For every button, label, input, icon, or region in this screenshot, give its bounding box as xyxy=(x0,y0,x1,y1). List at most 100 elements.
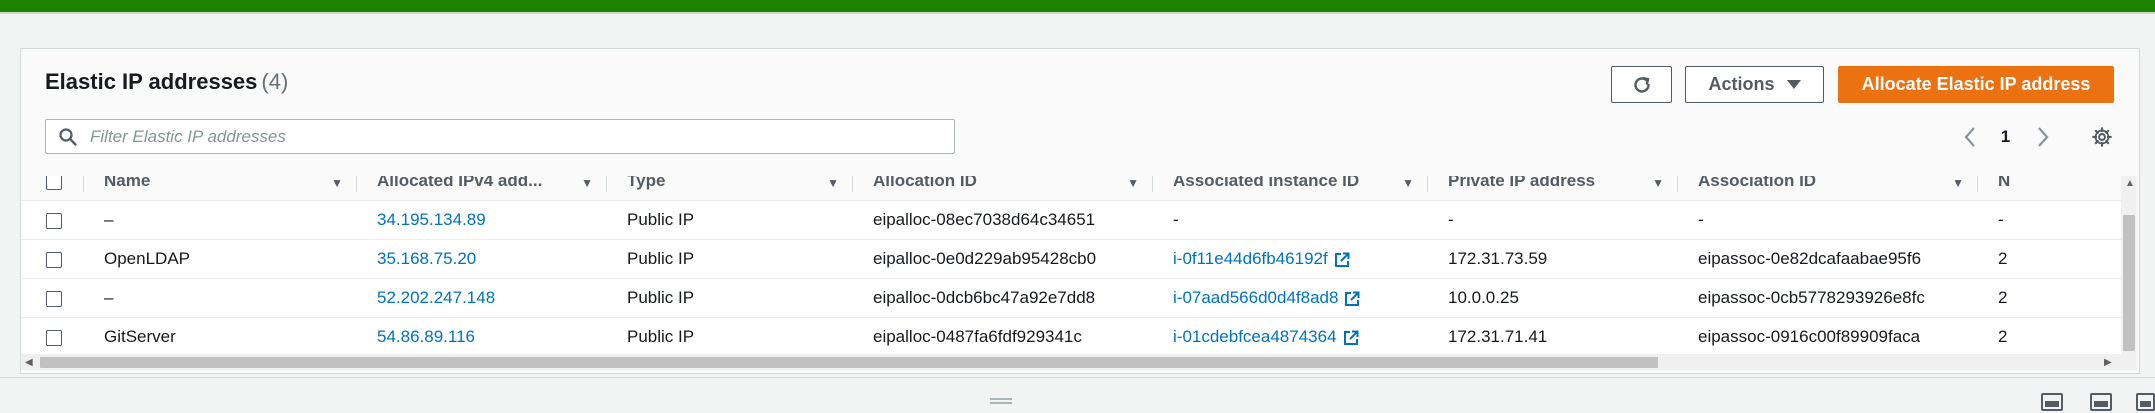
cell-type: Public IP xyxy=(607,317,853,354)
refresh-button[interactable] xyxy=(1611,66,1672,103)
sort-caret-icon: ▼ xyxy=(581,176,593,190)
cell-name: – xyxy=(84,200,357,240)
cell-name: – xyxy=(84,278,357,318)
gear-icon xyxy=(2092,127,2112,147)
row-checkbox[interactable] xyxy=(46,212,62,229)
vertical-scrollbar-thumb[interactable] xyxy=(2123,215,2135,351)
previous-page-button[interactable] xyxy=(1955,124,1985,150)
cell-private-ip: 172.31.73.59 xyxy=(1428,239,1678,279)
column-header-next[interactable]: N xyxy=(1978,176,2121,201)
table-settings-button[interactable] xyxy=(2086,124,2118,150)
page-title-text: Elastic IP addresses xyxy=(45,69,258,94)
external-link-icon[interactable] xyxy=(1334,252,1350,268)
chevron-left-icon xyxy=(1964,127,1975,147)
filter-search-box[interactable] xyxy=(45,119,955,154)
external-link-icon[interactable] xyxy=(1343,330,1359,346)
caret-down-icon xyxy=(1786,80,1801,89)
horizontal-scrollbar-thumb[interactable] xyxy=(40,357,1658,368)
chevron-right-icon xyxy=(2038,127,2049,147)
cell-allocated-ip-link[interactable]: 34.195.134.89 xyxy=(357,200,607,240)
column-header-associated-instance-id[interactable]: Associated instance ID ▼ xyxy=(1153,176,1428,201)
row-checkbox[interactable] xyxy=(46,329,62,346)
top-status-bar xyxy=(0,0,2155,12)
row-select-cell xyxy=(21,239,84,279)
scroll-left-arrow-icon[interactable]: ◀ xyxy=(25,357,33,368)
cell-allocation-id: eipalloc-0e0d229ab95428cb0 xyxy=(853,239,1153,279)
row-select-cell xyxy=(21,278,84,318)
elastic-ip-table: Name ▼ Allocated IPv4 add... ▼ Type ▼ Alloc… xyxy=(21,176,2121,354)
page-number[interactable]: 1 xyxy=(1993,124,2018,150)
allocate-elastic-ip-button[interactable]: Allocate Elastic IP address xyxy=(1838,66,2114,103)
table-row[interactable]: – 34.195.134.89 Public IP eipalloc-08ec7… xyxy=(21,200,2121,240)
external-link-icon[interactable] xyxy=(1344,291,1360,307)
search-icon xyxy=(59,127,77,146)
cell-allocation-id: eipalloc-0487fa6fdf929341c xyxy=(853,317,1153,354)
cell-name: GitServer xyxy=(84,317,357,354)
resize-handle-icon[interactable] xyxy=(990,398,1012,404)
sort-caret-icon: ▼ xyxy=(1402,176,1414,190)
split-full-icon[interactable] xyxy=(2136,393,2155,411)
sort-caret-icon: ▼ xyxy=(827,176,839,190)
split-bottom-icon[interactable] xyxy=(2041,393,2063,411)
column-header-allocated-ipv4[interactable]: Allocated IPv4 add... ▼ xyxy=(357,176,607,201)
table-row[interactable]: GitServer 54.86.89.116 Public IP eipallo… xyxy=(21,317,2121,354)
row-checkbox[interactable] xyxy=(46,290,62,307)
split-side-icon[interactable] xyxy=(2090,393,2112,411)
cell-private-ip: 10.0.0.25 xyxy=(1428,278,1678,318)
scroll-up-arrow-icon[interactable]: ▲ xyxy=(2125,178,2135,189)
table-header-row: Name ▼ Allocated IPv4 add... ▼ Type ▼ Alloc… xyxy=(21,176,2121,201)
cell-association-id: eipassoc-0cb5778293926e8fc xyxy=(1678,278,1978,318)
row-select-cell xyxy=(21,317,84,354)
cell-type: Public IP xyxy=(607,278,853,318)
table-row[interactable]: OpenLDAP 35.168.75.20 Public IP eipalloc… xyxy=(21,239,2121,279)
cell-association-id: - xyxy=(1678,200,1978,240)
scroll-right-arrow-icon[interactable]: ▶ xyxy=(2104,357,2112,368)
next-page-button[interactable] xyxy=(2028,124,2058,150)
cell-instance-id: - xyxy=(1153,200,1428,240)
sort-caret-icon: ▼ xyxy=(1952,176,1964,190)
elastic-ip-table-viewport: Name ▼ Allocated IPv4 add... ▼ Type ▼ Alloc… xyxy=(21,176,2121,354)
page-title: Elastic IP addresses (4) xyxy=(45,69,288,95)
cell-association-id: eipassoc-0e82dcafaabae95f6 xyxy=(1678,239,1978,279)
column-header-association-id[interactable]: Association ID ▼ xyxy=(1678,176,1978,201)
actions-label: Actions xyxy=(1708,74,1775,94)
select-all-cell xyxy=(21,176,84,201)
cell-allocation-id: eipalloc-0dcb6bc47a92e7dd8 xyxy=(853,278,1153,318)
cell-type: Public IP xyxy=(607,200,853,240)
cell-allocated-ip-link[interactable]: 35.168.75.20 xyxy=(357,239,607,279)
row-select-cell xyxy=(21,200,84,240)
instance-id-link[interactable]: i-0f11e44d6fb46192f xyxy=(1173,249,1328,268)
cell-instance-id: i-07aad566d0d4f8ad8 xyxy=(1153,278,1428,318)
sort-caret-icon: ▼ xyxy=(331,176,343,190)
cell-private-ip: 172.31.71.41 xyxy=(1428,317,1678,354)
select-all-checkbox[interactable] xyxy=(46,176,62,190)
table-row[interactable]: – 52.202.247.148 Public IP eipalloc-0dcb… xyxy=(21,278,2121,318)
column-header-type[interactable]: Type ▼ xyxy=(607,176,853,201)
cell-association-id: eipassoc-0916c00f89909faca xyxy=(1678,317,1978,354)
cell-instance-id: i-01cdebfcea4874364 xyxy=(1153,317,1428,354)
cell-type: Public IP xyxy=(607,239,853,279)
cell-next-column: 2 xyxy=(1978,317,2121,354)
cell-allocated-ip-link[interactable]: 52.202.247.148 xyxy=(357,278,607,318)
allocate-label: Allocate Elastic IP address xyxy=(1861,74,2091,94)
row-checkbox[interactable] xyxy=(46,251,62,268)
instance-id-link[interactable]: i-01cdebfcea4874364 xyxy=(1173,327,1337,346)
cell-next-column: 2 xyxy=(1978,239,2121,279)
split-panel-footer xyxy=(0,378,2155,413)
cell-allocated-ip-link[interactable]: 54.86.89.116 xyxy=(357,317,607,354)
cell-next-column: 2 xyxy=(1978,278,2121,318)
top-status-bar-border xyxy=(0,12,2155,14)
cell-name: OpenLDAP xyxy=(84,239,357,279)
cell-instance-id: i-0f11e44d6fb46192f xyxy=(1153,239,1428,279)
cell-allocation-id: eipalloc-08ec7038d64c34651 xyxy=(853,200,1153,240)
instance-id-link[interactable]: i-07aad566d0d4f8ad8 xyxy=(1173,288,1338,307)
actions-dropdown-button[interactable]: Actions xyxy=(1685,66,1824,103)
column-header-name[interactable]: Name ▼ xyxy=(84,176,357,201)
refresh-icon xyxy=(1633,76,1650,93)
cell-next-column: - xyxy=(1978,200,2121,240)
column-header-allocation-id[interactable]: Allocation ID ▼ xyxy=(853,176,1153,201)
filter-search-input[interactable] xyxy=(88,125,952,148)
column-header-private-ip[interactable]: Private IP address ▼ xyxy=(1428,176,1678,201)
cell-private-ip: - xyxy=(1428,200,1678,240)
sort-caret-icon: ▼ xyxy=(1127,176,1139,190)
